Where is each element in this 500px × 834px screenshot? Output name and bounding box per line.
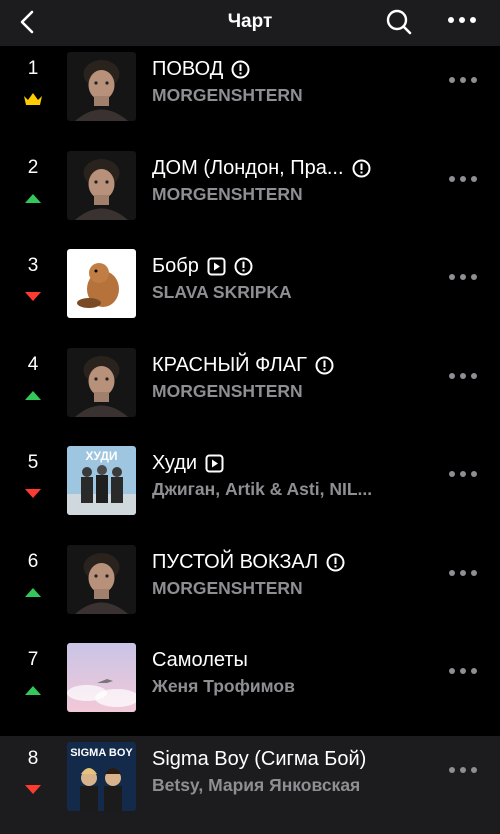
track-rank: 1 — [18, 58, 48, 80]
top-bar: Чарт — [0, 0, 500, 46]
video-badge-icon — [207, 257, 226, 276]
track-artist[interactable]: Женя Трофимов — [152, 676, 295, 697]
track-artist[interactable]: Betsy, Мария Янковская — [152, 775, 360, 796]
explicit-icon — [326, 553, 345, 572]
crown-icon — [23, 92, 43, 106]
track-rank: 5 — [18, 452, 48, 474]
more-options-icon[interactable] — [448, 370, 478, 382]
track-rank: 4 — [18, 354, 48, 376]
track-rank: 2 — [18, 157, 48, 179]
track-title: ПУСТОЙ ВОКЗАЛ — [152, 551, 318, 574]
track-title: Самолеты — [152, 649, 248, 672]
track-title: Худи — [152, 452, 197, 475]
trend-up-icon — [23, 683, 43, 697]
track-artist[interactable]: MORGENSHTERN — [152, 85, 303, 106]
album-cover[interactable] — [67, 643, 136, 712]
more-options-icon[interactable] — [448, 665, 478, 677]
search-icon[interactable] — [385, 8, 413, 36]
track-row[interactable]: 2 ДОМ (Лондон, Пра... MORGENSHTERN — [0, 145, 500, 244]
track-row[interactable]: 4 КРАСНЫЙ ФЛАГ MORGENSHTERN — [0, 342, 500, 441]
explicit-icon — [231, 60, 250, 79]
trend-down-icon — [23, 486, 43, 500]
track-artist[interactable]: SLAVA SKRIPKA — [152, 282, 292, 303]
trend-down-icon — [23, 782, 43, 796]
album-cover[interactable] — [67, 52, 136, 121]
track-artist[interactable]: MORGENSHTERN — [152, 578, 303, 599]
track-row[interactable]: 1 ПОВОД MORGENSHTERN — [0, 46, 500, 145]
cover-text: ХУДИ — [85, 449, 117, 463]
album-cover[interactable] — [67, 151, 136, 220]
track-rank: 7 — [18, 649, 48, 671]
video-badge-icon — [205, 454, 224, 473]
album-cover[interactable]: ХУДИ — [67, 446, 136, 515]
trend-up-icon — [23, 388, 43, 402]
more-options-icon[interactable] — [448, 567, 478, 579]
trend-down-icon — [23, 289, 43, 303]
track-artist[interactable]: MORGENSHTERN — [152, 381, 303, 402]
track-title: КРАСНЫЙ ФЛАГ — [152, 354, 307, 377]
cover-text: SIGMA BOY — [70, 747, 133, 759]
explicit-icon — [234, 257, 253, 276]
trend-up-icon — [23, 585, 43, 599]
album-cover[interactable]: SIGMA BOY — [67, 742, 136, 811]
page-title: Чарт — [0, 11, 500, 33]
track-row[interactable]: 5 ХУДИ Худи Джиган, Artik & Asti, NIL... — [0, 440, 500, 539]
track-artist[interactable]: Джиган, Artik & Asti, NIL... — [152, 479, 372, 500]
more-horizontal-icon[interactable] — [447, 12, 477, 28]
track-title: Бобр — [152, 255, 199, 278]
track-artist[interactable]: MORGENSHTERN — [152, 184, 303, 205]
explicit-icon — [352, 159, 371, 178]
track-title: ДОМ (Лондон, Пра... — [152, 157, 344, 180]
explicit-icon — [315, 356, 334, 375]
track-title: Sigma Boy (Сигма Бой) — [152, 748, 366, 771]
track-row[interactable]: 6 ПУСТОЙ ВОКЗАЛ MORGENSHTERN — [0, 539, 500, 638]
track-row[interactable]: 7 Самолеты Женя Трофимов — [0, 637, 500, 736]
more-options-icon[interactable] — [448, 468, 478, 480]
trend-up-icon — [23, 191, 43, 205]
album-cover[interactable] — [67, 348, 136, 417]
more-options-icon[interactable] — [448, 173, 478, 185]
more-options-icon[interactable] — [448, 74, 478, 86]
more-options-icon[interactable] — [448, 271, 478, 283]
chart-list: 1 ПОВОД MORGENSHTERN 2 ДОМ (Лондон — [0, 46, 500, 834]
mini-player-edge — [0, 818, 500, 824]
album-cover[interactable] — [67, 545, 136, 614]
track-rank: 3 — [18, 255, 48, 277]
track-row[interactable]: 3 Бобр SLAVA SKRIPKA — [0, 243, 500, 342]
track-title: ПОВОД — [152, 58, 223, 81]
track-rank: 8 — [18, 748, 48, 770]
album-cover[interactable] — [67, 249, 136, 318]
track-rank: 6 — [18, 551, 48, 573]
more-options-icon[interactable] — [448, 764, 478, 776]
